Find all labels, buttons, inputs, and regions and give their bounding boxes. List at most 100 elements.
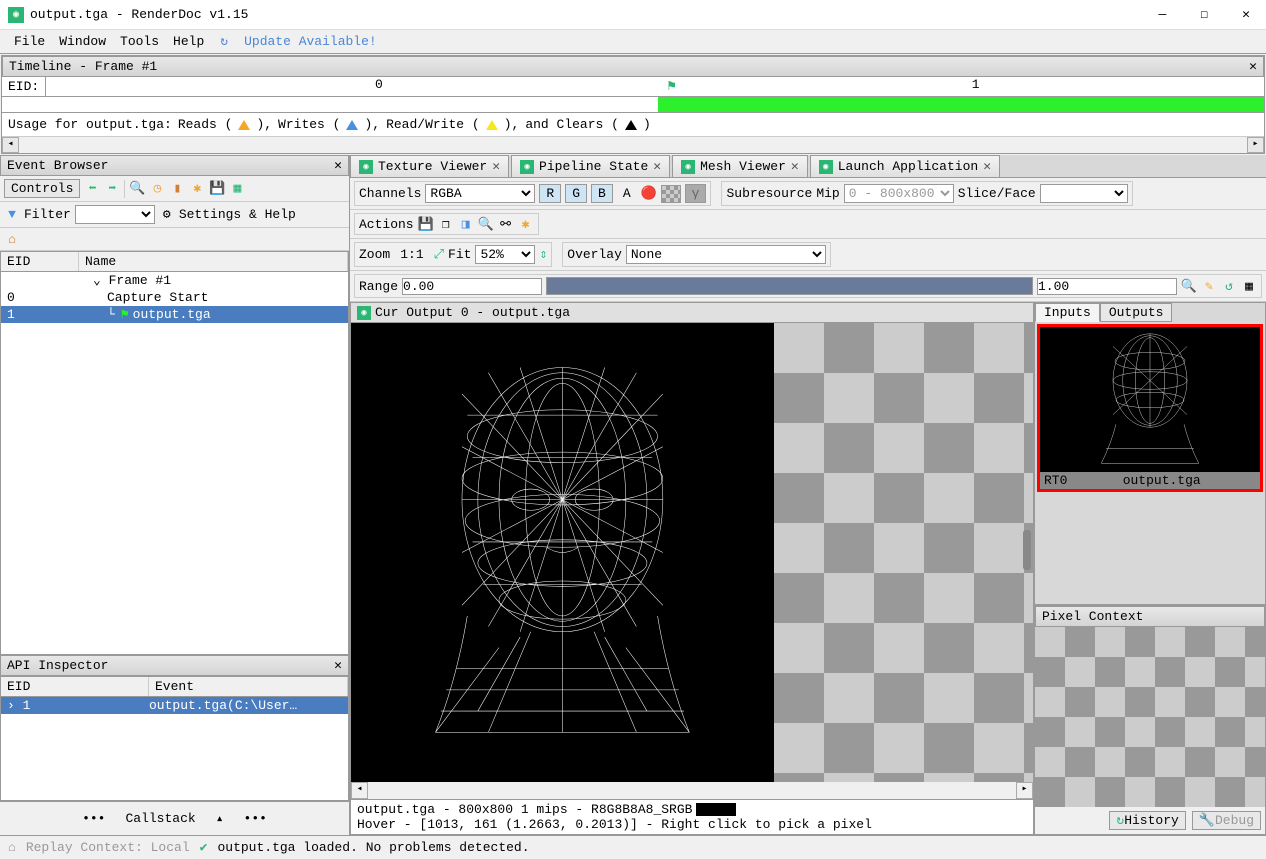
column-select-icon[interactable]: ▦ (229, 181, 245, 197)
timeline-panel: Timeline - Frame #1 ✕ EID: 0 ⚑ 1 Usage f… (1, 55, 1265, 154)
gamma-button[interactable]: γ (685, 184, 707, 203)
tree-row[interactable]: 1└⚑output.tga (1, 306, 348, 323)
scrollbar-thumb[interactable] (1023, 530, 1031, 570)
tab-texture-viewer[interactable]: ◉Texture Viewer✕ (350, 155, 509, 177)
outputs-tab[interactable]: Outputs (1100, 303, 1173, 322)
channels-select[interactable]: RGBA (425, 184, 535, 203)
zoom-range-icon[interactable]: 🔍 (1181, 278, 1197, 294)
thumbnail-rt0[interactable]: RT0 output.tga (1037, 324, 1263, 492)
zoom-updown-icon[interactable]: ⇕ (539, 247, 547, 262)
reads-triangle-icon (238, 120, 250, 130)
action-save-icon[interactable]: 💾 (418, 216, 434, 232)
tab-close-icon[interactable]: ✕ (653, 159, 661, 174)
debug-button[interactable]: 🔧Debug (1192, 811, 1261, 830)
api-col-eid[interactable]: EID (1, 677, 149, 696)
save-icon[interactable]: 💾 (209, 181, 225, 197)
star-icon[interactable]: ✱ (189, 181, 205, 197)
api-col-event[interactable]: Event (149, 677, 348, 696)
mip-select[interactable]: 0 - 800x800 (844, 184, 954, 203)
tab-mesh-viewer[interactable]: ◉Mesh Viewer✕ (672, 155, 808, 177)
footer-swatch (696, 803, 736, 816)
tab-close-icon[interactable]: ✕ (983, 159, 991, 174)
scroll-right-button[interactable]: ▸ (1016, 782, 1033, 799)
texture-canvas[interactable] (351, 323, 1033, 782)
range-hi-input[interactable] (1037, 278, 1177, 295)
channel-a-button[interactable]: A (617, 185, 637, 202)
api-tree[interactable]: › 1output.tga(C:\User… (0, 697, 349, 801)
channel-b-button[interactable]: B (591, 184, 613, 203)
menu-tools[interactable]: Tools (114, 32, 165, 51)
timer-icon[interactable]: ◷ (149, 181, 165, 197)
tab-pipeline-state[interactable]: ◉Pipeline State✕ (511, 155, 670, 177)
usage-reads: Reads ( (178, 117, 233, 132)
pixel-context-canvas[interactable] (1035, 627, 1265, 807)
settings-help-button[interactable]: Settings & Help (179, 207, 296, 222)
menu-help[interactable]: Help (167, 32, 210, 51)
eid-label: EID: (2, 77, 46, 96)
channel-g-button[interactable]: G (565, 184, 587, 203)
scroll-right-button[interactable]: ▸ (1247, 137, 1264, 153)
controls-button[interactable]: Controls (4, 179, 80, 198)
histogram-icon[interactable]: ▦ (1241, 278, 1257, 294)
tab-close-icon[interactable]: ✕ (492, 159, 500, 174)
alpha-bg-button[interactable] (661, 185, 681, 203)
writes-triangle-icon (346, 120, 358, 130)
h-scrollbar[interactable]: ◂ ▸ (351, 782, 1033, 799)
col-eid[interactable]: EID (1, 252, 79, 271)
color-wheel-icon[interactable]: 🔴 (641, 186, 657, 202)
event-tree[interactable]: ⌄ Frame #10Capture Start1└⚑output.tga (0, 272, 349, 655)
overlay-select[interactable]: None (626, 245, 826, 264)
zoom-11-button[interactable]: 1:1 (394, 246, 429, 263)
action-star-icon[interactable]: ✱ (518, 216, 534, 232)
reset-range-icon[interactable]: ↺ (1221, 278, 1237, 294)
home-icon[interactable]: ⌂ (4, 231, 20, 247)
close-button[interactable]: ✕ (1234, 5, 1258, 24)
menu-file[interactable]: File (8, 32, 51, 51)
tab-close-icon[interactable]: ✕ (791, 159, 799, 174)
tab-launch-application[interactable]: ◉Launch Application✕ (810, 155, 1000, 177)
timeline-progress[interactable] (2, 97, 1264, 113)
callstack-bar[interactable]: ••• Callstack ▴ ••• (0, 801, 349, 835)
range-slider[interactable] (546, 277, 1033, 295)
inputs-tab[interactable]: Inputs (1035, 303, 1100, 322)
timeline-close-button[interactable]: ✕ (1249, 59, 1257, 74)
tree-row[interactable]: ⌄ Frame #1 (1, 272, 348, 289)
slice-select[interactable] (1040, 184, 1128, 203)
texture-title-icon: ◉ (357, 306, 371, 320)
api-row[interactable]: › 1output.tga(C:\User… (1, 697, 348, 714)
action-open-icon[interactable]: ◨ (458, 216, 474, 232)
bookmark-icon[interactable]: ▮ (169, 181, 185, 197)
timeline-scrollbar[interactable]: ◂ ▸ (2, 136, 1264, 153)
history-button[interactable]: ↻History (1109, 811, 1185, 830)
menu-update[interactable]: Update Available! (238, 32, 383, 51)
wrench-icon: 🔧 (1199, 813, 1215, 828)
channel-r-button[interactable]: R (539, 184, 561, 203)
menu-window[interactable]: Window (53, 32, 112, 51)
nav-forward-icon[interactable]: ➡ (104, 181, 120, 197)
refresh-icon: ↻ (1116, 813, 1124, 828)
col-name[interactable]: Name (79, 252, 348, 271)
nav-back-icon[interactable]: ⬅ (84, 181, 100, 197)
action-link-icon[interactable]: ⚯ (498, 216, 514, 232)
timeline-ruler[interactable]: EID: 0 ⚑ 1 (2, 77, 1264, 97)
fit-button[interactable]: Fit (448, 247, 471, 262)
minimize-button[interactable]: — (1151, 5, 1175, 24)
zoom-select[interactable]: 52% (475, 245, 535, 264)
chevron-up-icon[interactable]: ▴ (216, 811, 224, 826)
range-lo-input[interactable] (402, 278, 542, 295)
action-find-icon[interactable]: 🔍 (478, 216, 494, 232)
tree-row[interactable]: 0Capture Start (1, 289, 348, 306)
wand-icon[interactable]: ✎ (1201, 278, 1217, 294)
maximize-button[interactable]: ☐ (1192, 5, 1216, 24)
filter-select[interactable] (75, 205, 155, 224)
scroll-left-button[interactable]: ◂ (351, 782, 368, 799)
scroll-left-button[interactable]: ◂ (2, 137, 19, 153)
api-inspector-title-text: API Inspector (7, 658, 108, 673)
action-copy-icon[interactable]: ❐ (438, 216, 454, 232)
event-browser-close-button[interactable]: ✕ (334, 158, 342, 173)
footer-line2: Hover - [1013, 161 (1.2663, 0.2013)] - R… (357, 817, 1027, 832)
gear-icon[interactable]: ⚙ (159, 207, 175, 223)
api-inspector-close-button[interactable]: ✕ (334, 658, 342, 673)
slice-label: Slice/Face (958, 186, 1036, 201)
find-icon[interactable]: 🔍 (129, 181, 145, 197)
